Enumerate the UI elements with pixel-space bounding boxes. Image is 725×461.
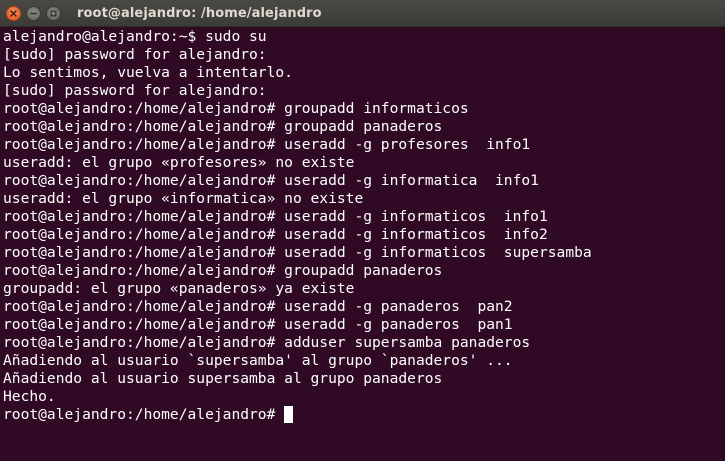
terminal-line: root@alejandro:/home/alejandro# useradd … <box>3 244 592 261</box>
terminal-line: alejandro@alejandro:~$ sudo su <box>3 28 267 45</box>
maximize-icon <box>50 10 57 16</box>
terminal-line: useradd: el grupo «informatica» no exist… <box>3 190 364 207</box>
title-bar[interactable]: root@alejandro: /home/alejandro <box>0 0 725 27</box>
minimize-button[interactable] <box>26 5 41 21</box>
terminal-line: root@alejandro:/home/alejandro# useradd … <box>3 208 548 225</box>
terminal-line: root@alejandro:/home/alejandro# useradd … <box>3 226 548 243</box>
prompt-line[interactable]: root@alejandro:/home/alejandro# <box>3 406 725 424</box>
terminal-line: useradd: el grupo «profesores» no existe <box>3 154 355 171</box>
terminal-line: [sudo] password for alejandro: <box>3 82 267 99</box>
terminal-line: Lo sentimos, vuelva a intentarlo. <box>3 64 293 81</box>
close-icon <box>10 9 17 17</box>
terminal-line: groupadd: el grupo «panaderos» ya existe <box>3 280 355 297</box>
terminal-line: root@alejandro:/home/alejandro# groupadd… <box>3 118 443 135</box>
terminal-line: root@alejandro:/home/alejandro# useradd … <box>3 136 531 153</box>
terminal-line: root@alejandro:/home/alejandro# adduser … <box>3 334 531 351</box>
terminal-line: root@alejandro:/home/alejandro# useradd … <box>3 298 513 315</box>
terminal-window: root@alejandro: /home/alejandro alejandr… <box>0 0 725 461</box>
terminal-line: Hecho. <box>3 388 56 405</box>
terminal-line: root@alejandro:/home/alejandro# useradd … <box>3 316 513 333</box>
maximize-button[interactable] <box>46 5 61 21</box>
terminal-line: Añadiendo al usuario supersamba al grupo… <box>3 370 443 387</box>
minimize-icon <box>30 12 37 14</box>
terminal-line: root@alejandro:/home/alejandro# useradd … <box>3 172 539 189</box>
text-cursor <box>284 406 294 423</box>
window-title: root@alejandro: /home/alejandro <box>77 5 322 21</box>
terminal-line: root@alejandro:/home/alejandro# groupadd… <box>3 100 469 117</box>
close-button[interactable] <box>6 5 21 21</box>
shell-prompt: root@alejandro:/home/alejandro# <box>3 406 285 423</box>
window-controls <box>6 5 61 21</box>
terminal-output[interactable]: alejandro@alejandro:~$ sudo su [sudo] pa… <box>0 27 725 461</box>
terminal-line: [sudo] password for alejandro: <box>3 46 267 63</box>
terminal-line: root@alejandro:/home/alejandro# groupadd… <box>3 262 443 279</box>
terminal-line: Añadiendo al usuario `supersamba' al gru… <box>3 352 513 369</box>
